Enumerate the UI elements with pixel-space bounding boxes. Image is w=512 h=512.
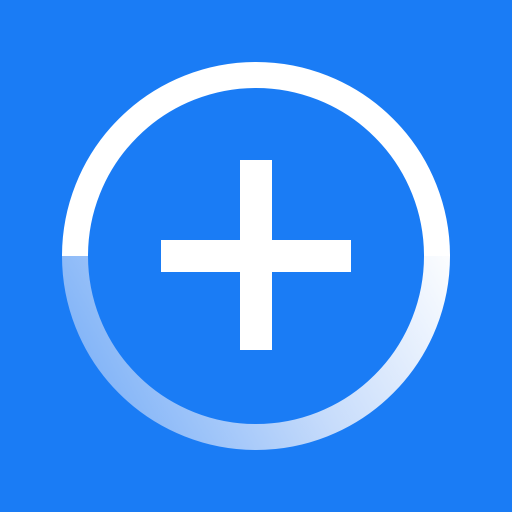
add-icon-graphic [0,0,512,512]
app-icon[interactable] [0,0,512,512]
plus-horizontal-bar [161,240,351,272]
